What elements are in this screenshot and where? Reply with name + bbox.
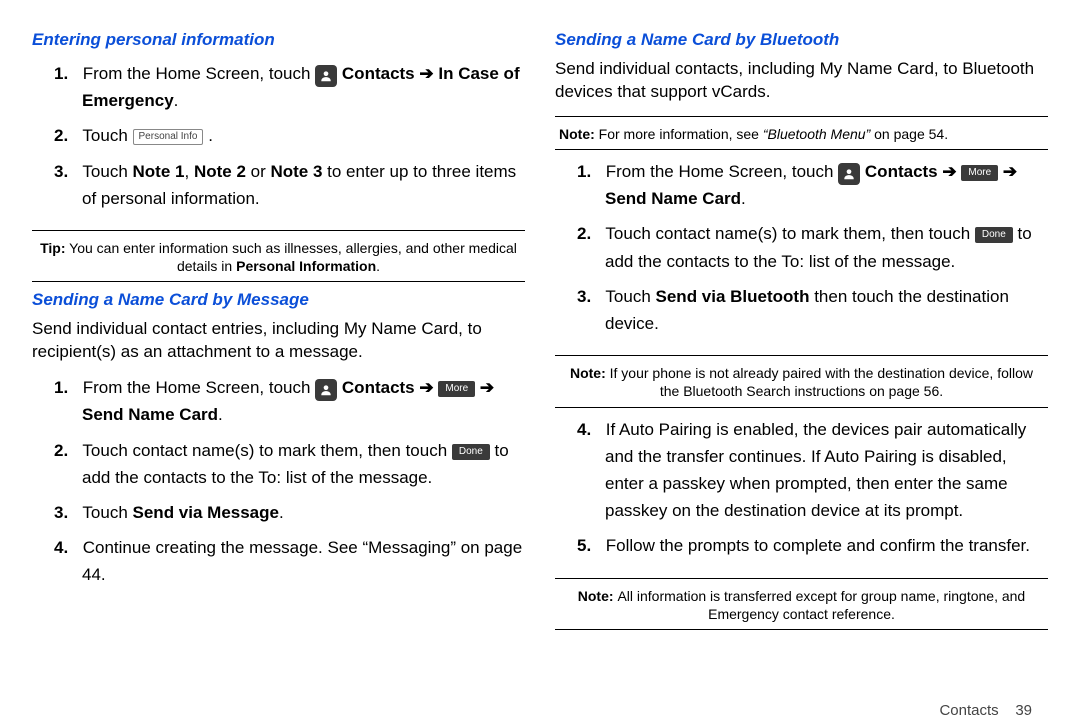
text: Touch [82,162,132,181]
heading-send-bluetooth: Sending a Name Card by Bluetooth [555,30,1048,50]
intro-send-message: Send individual contact entries, includi… [32,318,525,364]
text: From the Home Screen, touch [83,64,315,83]
contact-icon [838,163,860,185]
text: From the Home Screen, touch [606,162,838,181]
right-column: Sending a Name Card by Bluetooth Send in… [555,28,1048,688]
period: . [741,189,746,208]
left-column: Entering personal information From the H… [32,28,525,688]
tip-bold: Personal Information [236,258,376,274]
arrow: ➔ [419,64,433,83]
text: Touch [82,126,132,145]
list-send-message: From the Home Screen, touch Contacts ➔ M… [32,374,525,596]
intro-bluetooth: Send individual contacts, including My N… [555,58,1048,104]
footer-section: Contacts [939,702,998,719]
step-3: Touch Note 1, Note 2 or Note 3 to enter … [82,158,525,212]
text: Touch contact name(s) to mark them, then… [82,441,451,460]
divider [32,281,525,282]
divider [555,116,1048,117]
done-button: Done [975,227,1013,243]
divider [555,629,1048,630]
send-name-card: Send Name Card [82,405,218,424]
more-button: More [961,165,998,181]
divider [32,230,525,231]
personal-info-button: Personal Info [133,129,204,145]
text: Touch [82,503,132,522]
text: Follow the prompts to complete and confi… [606,536,1030,555]
step-1: From the Home Screen, touch Contacts ➔ M… [605,158,1048,212]
period: . [174,91,179,110]
text: , [184,162,193,181]
note2: Note 2 [194,162,246,181]
tip-label: Tip: [40,240,65,256]
contact-icon [315,379,337,401]
heading-entering-personal-info: Entering personal information [32,30,525,50]
send-via-bluetooth: Send via Bluetooth [656,287,810,306]
send-name-card: Send Name Card [605,189,741,208]
divider [555,355,1048,356]
text: From the Home Screen, touch [83,378,315,397]
text: Touch [605,287,655,306]
note-box-1: Note: For more information, see “Bluetoo… [555,123,1048,145]
arrow: ➔ [942,162,956,181]
note-em: “Bluetooth Menu” [763,126,870,142]
note-box-3: Note: All information is transferred exc… [555,585,1048,625]
contacts-label: Contacts [342,378,415,397]
text: or [246,162,271,181]
text: Touch contact name(s) to mark them, then… [605,224,974,243]
text: If Auto Pairing is enabled, the devices … [605,420,1026,521]
arrow: ➔ [480,378,494,397]
step-3: Touch Send via Bluetooth then touch the … [605,283,1048,337]
period: . [218,405,223,424]
send-via-message: Send via Message [133,503,279,522]
done-button: Done [452,444,490,460]
step-2: Touch contact name(s) to mark them, then… [605,220,1048,274]
period: . [208,126,213,145]
note1: Note 1 [133,162,185,181]
step-3: Touch Send via Message. [82,499,525,526]
contacts-label: Contacts [342,64,415,83]
divider [555,149,1048,150]
footer-page-number: 39 [1015,702,1032,719]
period: . [376,258,380,274]
step-1: From the Home Screen, touch Contacts ➔ I… [82,60,525,114]
contact-icon [315,65,337,87]
step-1: From the Home Screen, touch Contacts ➔ M… [82,374,525,428]
list-bluetooth-2: If Auto Pairing is enabled, the devices … [555,416,1048,568]
note-text: All information is transferred except fo… [617,588,1025,622]
note-label: Note: [578,588,618,604]
note-box-2: Note: If your phone is not already paire… [555,362,1048,402]
arrow: ➔ [419,378,433,397]
more-button: More [438,381,475,397]
page: Entering personal information From the H… [0,0,1080,700]
note-label: Note: [570,365,606,381]
step-5: Follow the prompts to complete and confi… [605,532,1048,559]
tip-box: Tip: You can enter information such as i… [32,237,525,277]
step-2: Touch contact name(s) to mark them, then… [82,437,525,491]
list-personal-info: From the Home Screen, touch Contacts ➔ I… [32,60,525,220]
arrow: ➔ [1003,162,1017,181]
step-2: Touch Personal Info . [82,122,525,149]
note-text: For more information, see [595,126,763,142]
step-4: If Auto Pairing is enabled, the devices … [605,416,1048,525]
divider [555,578,1048,579]
text: Continue creating the message. See “Mess… [82,538,522,584]
note-tail: on page 54. [870,126,948,142]
period: . [279,503,284,522]
note-text: If your phone is not already paired with… [606,365,1033,399]
list-bluetooth-1: From the Home Screen, touch Contacts ➔ M… [555,158,1048,345]
heading-send-message: Sending a Name Card by Message [32,290,525,310]
note-label: Note: [559,126,595,142]
step-4: Continue creating the message. See “Mess… [82,534,525,588]
contacts-label: Contacts [865,162,938,181]
divider [555,407,1048,408]
page-footer: Contacts 39 [0,700,1080,719]
note3: Note 3 [270,162,322,181]
